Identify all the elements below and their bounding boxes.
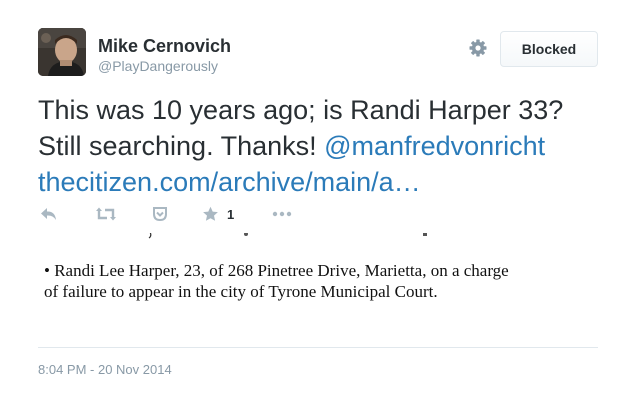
tweet-card: Mike Cernovich @PlayDangerously Blocked … xyxy=(0,0,640,413)
clipping-text: • Randi Lee Harper, 23, of 268 Pinetree … xyxy=(44,260,602,302)
tweet-text-line-2: Still searching. Thanks! @manfredvonrich… xyxy=(38,128,608,164)
pocket-icon[interactable] xyxy=(152,204,168,224)
gear-icon[interactable] xyxy=(468,38,488,58)
mention-link[interactable]: @manfredvonricht xyxy=(324,131,545,161)
tweet-actions: 1 xyxy=(40,204,340,226)
clipping-cut-off-line xyxy=(148,233,448,245)
screen-name[interactable]: @PlayDangerously xyxy=(98,58,218,74)
star-icon xyxy=(203,206,218,221)
display-name[interactable]: Mike Cernovich xyxy=(98,36,231,57)
reply-icon[interactable] xyxy=(40,204,58,224)
favorite-action[interactable]: 1 xyxy=(202,204,234,224)
timestamp[interactable]: 8:04 PM - 20 Nov 2014 xyxy=(38,362,172,377)
clipping-line-2: of failure to appear in the city of Tyro… xyxy=(44,282,438,301)
more-icon[interactable] xyxy=(272,204,292,224)
favorite-count: 1 xyxy=(227,206,235,222)
media-attachment[interactable]: • Randi Lee Harper, 23, of 268 Pinetree … xyxy=(38,233,602,305)
tweet-text-line-1: This was 10 years ago; is Randi Harper 3… xyxy=(38,95,564,125)
clipping-line-1: • Randi Lee Harper, 23, of 268 Pinetree … xyxy=(44,261,509,280)
divider xyxy=(38,347,598,348)
avatar[interactable] xyxy=(38,28,86,76)
avatar-image xyxy=(38,28,86,76)
tweet-url-link[interactable]: thecitizen.com/archive/main/a… xyxy=(38,164,608,200)
blocked-button[interactable]: Blocked xyxy=(500,31,598,67)
tweet-text-part-2: Still searching. Thanks! xyxy=(38,131,325,161)
retweet-icon[interactable] xyxy=(95,204,117,224)
tweet-text: This was 10 years ago; is Randi Harper 3… xyxy=(38,92,608,200)
